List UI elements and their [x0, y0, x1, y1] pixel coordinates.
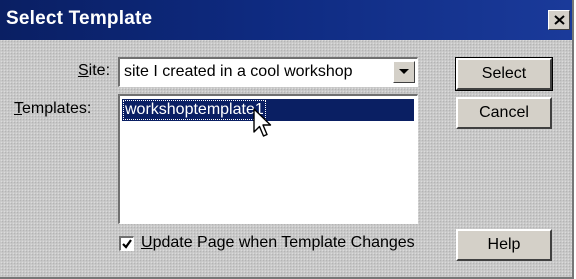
- close-button[interactable]: [548, 10, 570, 30]
- site-dropdown-value: site I created in a cool workshop: [124, 63, 353, 80]
- select-button[interactable]: Select: [455, 57, 553, 91]
- help-button[interactable]: Help: [456, 229, 552, 261]
- update-label-mnemonic: U: [141, 234, 153, 251]
- site-dropdown[interactable]: site I created in a cool workshop: [118, 57, 418, 87]
- update-label-text: pdate Page when Template Changes: [152, 234, 415, 251]
- site-dropdown-button[interactable]: [393, 61, 415, 83]
- templates-label: Templates:: [14, 100, 91, 118]
- templates-label-text: emplates:: [22, 100, 92, 117]
- site-label: Site:: [78, 62, 110, 80]
- update-page-label[interactable]: Update Page when Template Changes: [141, 234, 415, 252]
- templates-label-mnemonic: T: [14, 100, 22, 117]
- select-template-dialog: Select Template Site: site I created in …: [0, 0, 574, 279]
- update-page-checkbox[interactable]: [119, 236, 134, 251]
- chevron-down-icon: [399, 69, 409, 74]
- mouse-pointer-icon: [253, 108, 272, 137]
- dialog-title: Select Template: [6, 8, 153, 29]
- site-label-text: ite:: [88, 62, 111, 79]
- title-bar[interactable]: Select Template: [0, 0, 572, 40]
- site-label-mnemonic: S: [78, 62, 89, 79]
- checkmark-icon: [122, 239, 132, 249]
- list-item-label: workshoptemplate1: [123, 100, 266, 120]
- cancel-button[interactable]: Cancel: [456, 97, 552, 129]
- close-icon: [554, 15, 565, 25]
